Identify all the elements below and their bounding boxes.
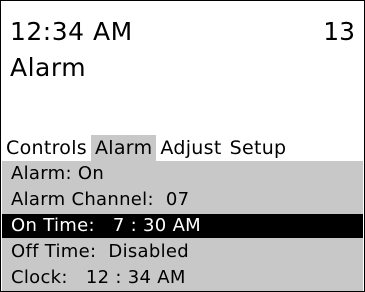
- clock-time: 12:34 AM: [10, 17, 133, 46]
- tab-bar: Controls Alarm Adjust Setup: [1, 135, 290, 161]
- mode-title: Alarm: [10, 53, 87, 82]
- tab-alarm[interactable]: Alarm: [90, 135, 157, 161]
- menu-item-on-time[interactable]: On Time: 7 : 30 AM: [2, 214, 363, 238]
- menu-item-clock[interactable]: Clock: 12 : 34 AM: [2, 266, 363, 290]
- alarm-menu: Alarm: On Alarm Channel: 07 On Time: 7 :…: [2, 161, 363, 291]
- channel-number: 13: [323, 17, 355, 46]
- lcd-screen: 12:34 AM 13 Alarm Controls Alarm Adjust …: [0, 0, 365, 292]
- tab-setup[interactable]: Setup: [226, 135, 291, 161]
- menu-item-alarm-channel[interactable]: Alarm Channel: 07: [2, 188, 363, 212]
- menu-item-alarm-status[interactable]: Alarm: On: [2, 162, 363, 186]
- tab-adjust[interactable]: Adjust: [156, 135, 225, 161]
- menu-item-off-time[interactable]: Off Time: Disabled: [2, 240, 363, 264]
- tab-controls[interactable]: Controls: [1, 135, 91, 161]
